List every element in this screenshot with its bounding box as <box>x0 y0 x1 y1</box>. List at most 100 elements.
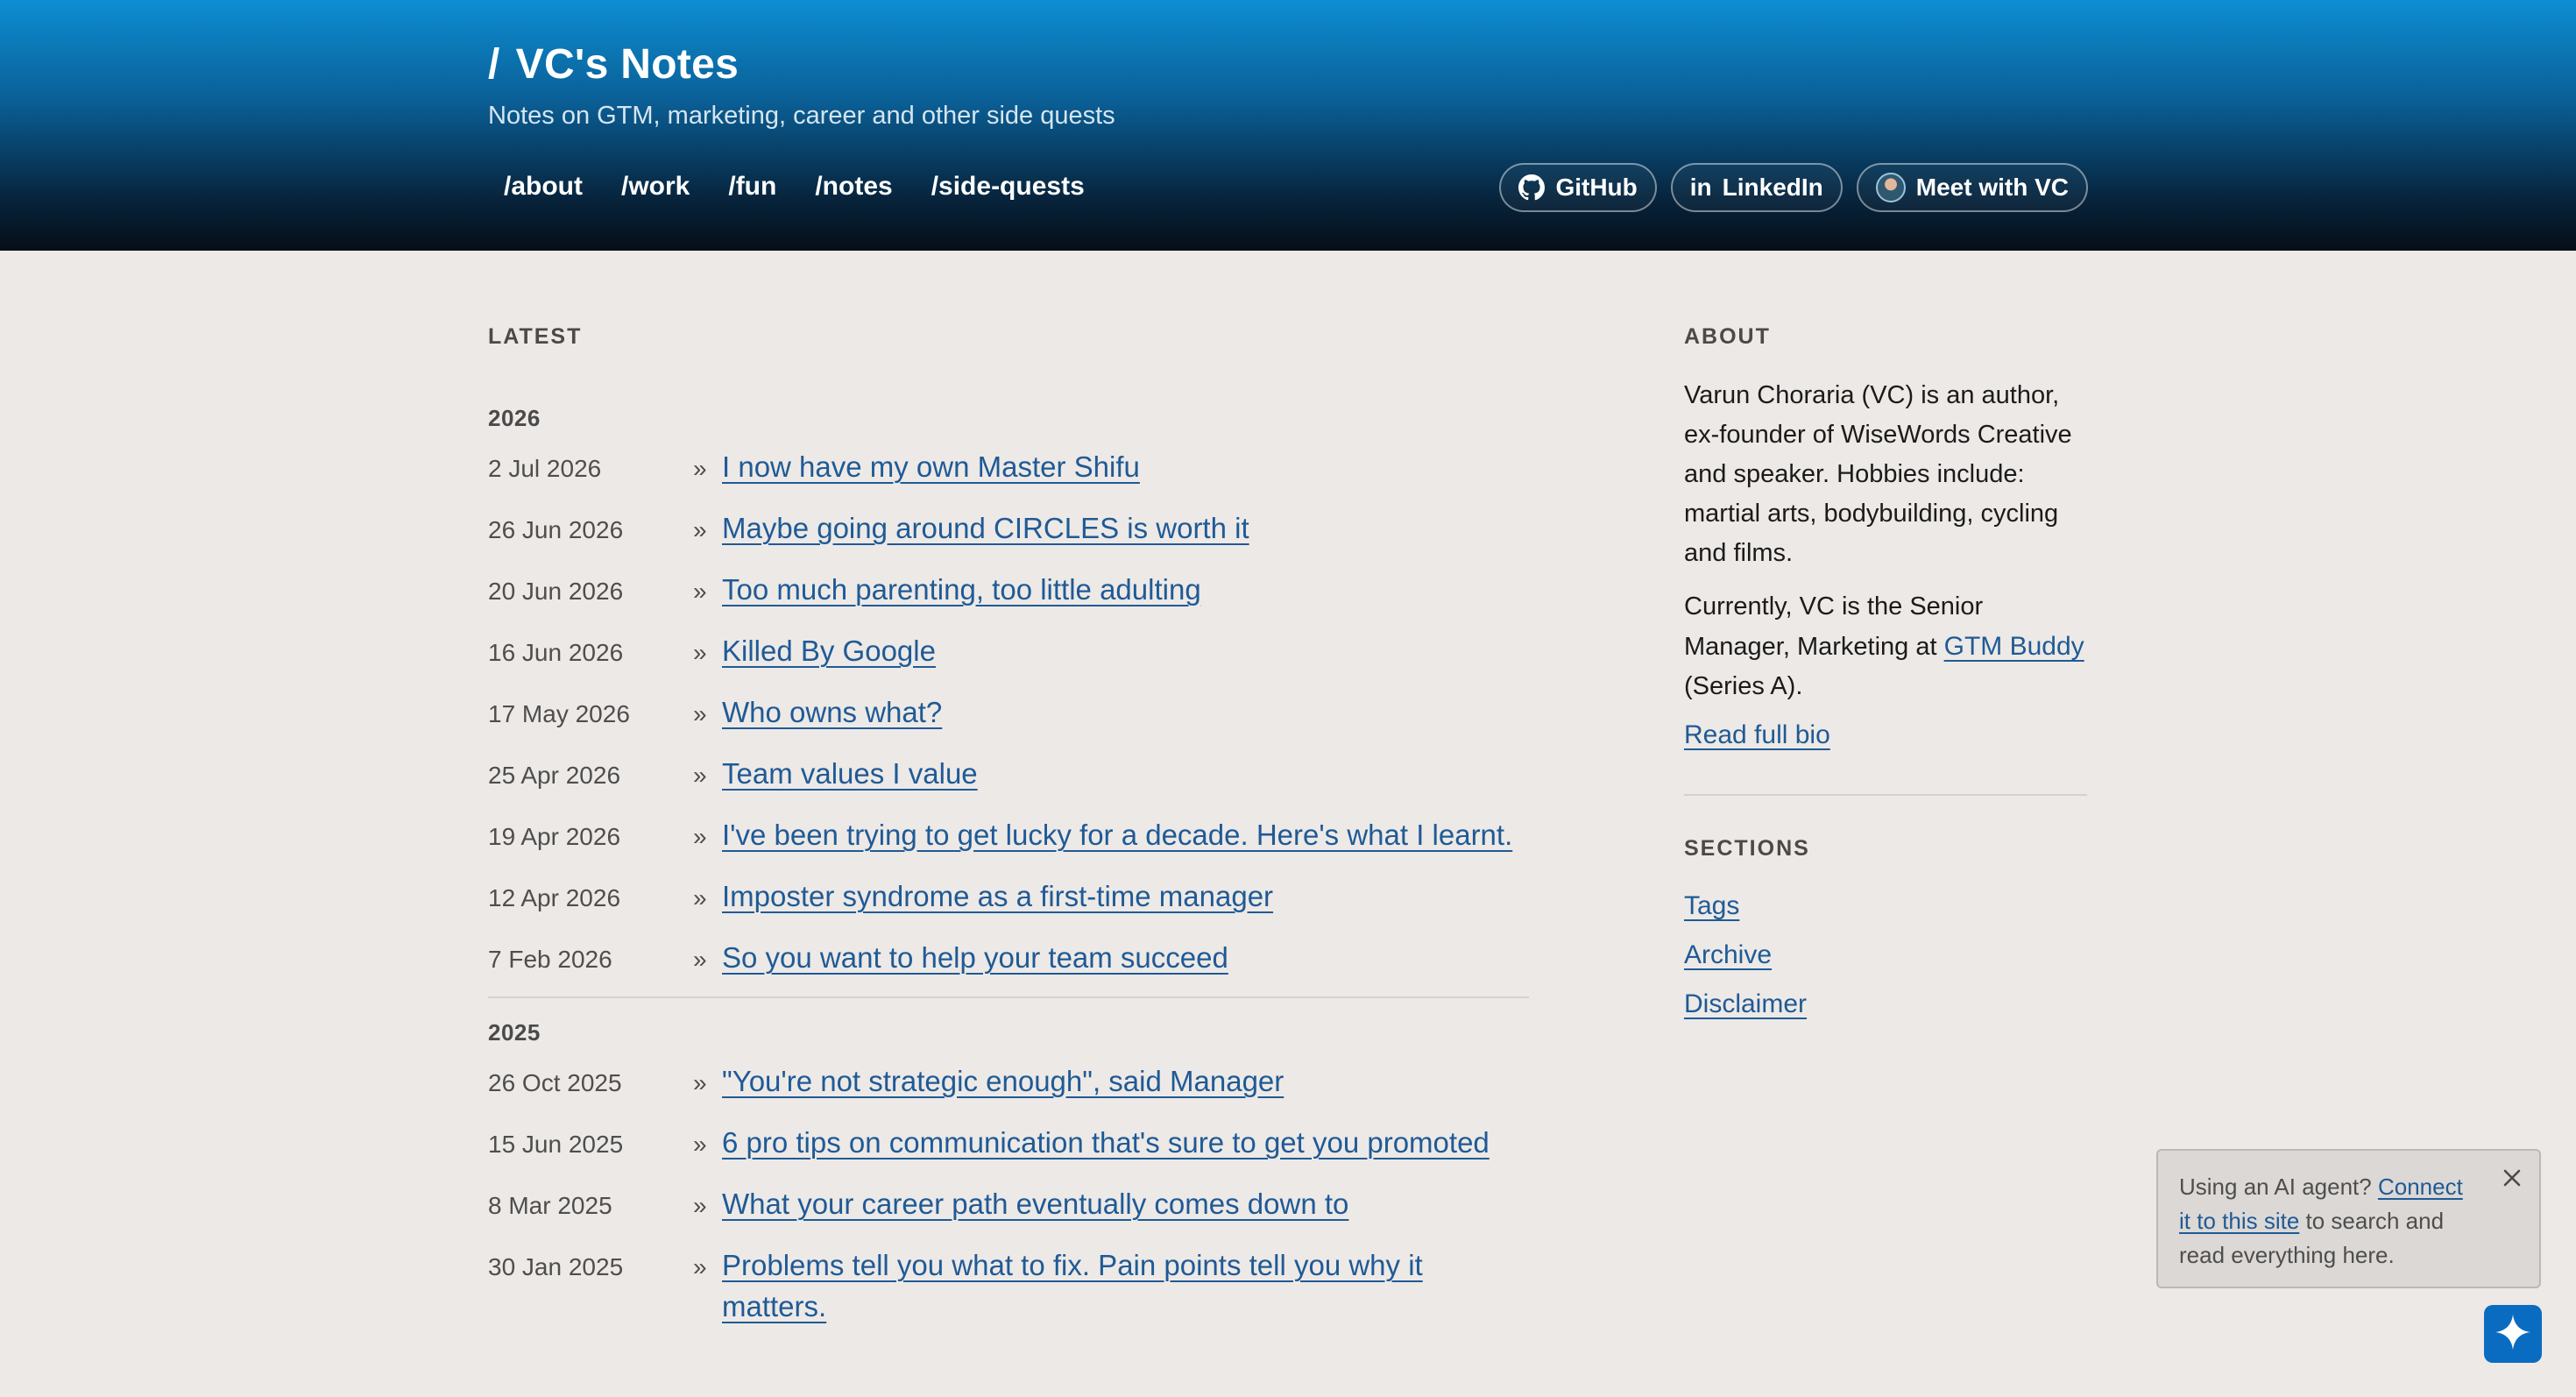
sections-links: Tags Archive Disclaimer <box>1684 888 2087 1023</box>
tags-link[interactable]: Tags <box>1684 888 2087 925</box>
disclaimer-link[interactable]: Disclaimer <box>1684 986 2087 1023</box>
post-link[interactable]: I now have my own Master Shifu <box>722 446 1140 487</box>
about-bio: Varun Choraria (VC) is an author, ex-fou… <box>1684 381 2072 567</box>
bullet: » <box>693 639 707 666</box>
bullet: » <box>693 700 707 727</box>
about-current: Currently, VC is the Senior Manager, Mar… <box>1684 587 2087 706</box>
post-link[interactable]: Team values I value <box>722 753 978 794</box>
list-item: 16 Jun 2026 » Killed By Google <box>488 630 1529 691</box>
latest-posts: LATEST 2026 2 Jul 2026 » I now have my own… <box>488 324 1529 1327</box>
post-date: 20 Jun 2026 <box>488 578 624 605</box>
sidebar: ABOUT Varun Choraria (VC) is an author, … <box>1684 324 2087 1035</box>
post-link[interactable]: What your career path eventually comes d… <box>722 1183 1348 1224</box>
post-link[interactable]: I've been trying to get lucky for a deca… <box>722 814 1512 855</box>
post-date: 17 May 2026 <box>488 700 630 727</box>
archive-link[interactable]: Archive <box>1684 937 2087 974</box>
nav-about[interactable]: /about <box>504 172 583 202</box>
bullet: » <box>693 1253 707 1280</box>
list-item: 19 Apr 2026 » I've been trying to get luck… <box>488 814 1529 876</box>
list-item: 17 May 2026 » Who owns what? <box>488 691 1529 753</box>
social-links: GitHub in LinkedIn Meet with VC <box>1499 163 2088 212</box>
about-heading: ABOUT <box>1684 324 1771 349</box>
post-date: 15 Jun 2025 <box>488 1131 624 1158</box>
nav-work[interactable]: /work <box>621 172 690 202</box>
company-link[interactable]: GTM Buddy <box>1944 632 2084 661</box>
main-nav: /about /work /fun /notes /side-quests <box>504 172 1123 202</box>
post-link[interactable]: Maybe going around CIRCLES is worth it <box>722 507 1249 549</box>
read-bio-wrap: Read full bio <box>1684 720 2087 750</box>
list-item: 30 Jan 2025 » Problems tell you what to fi… <box>488 1245 1529 1327</box>
post-date: 7 Feb 2026 <box>488 946 612 973</box>
post-link[interactable]: Problems tell you what to fix. Pain poin… <box>722 1245 1458 1327</box>
post-date: 12 Apr 2026 <box>488 884 621 911</box>
sections-heading: SECTIONS <box>1684 836 1810 861</box>
site-tagline: Notes on GTM, marketing, career and othe… <box>488 102 1115 130</box>
post-link[interactable]: So you want to help your team succeed <box>722 937 1228 978</box>
bullet: » <box>693 946 707 973</box>
meet-with-vc-button[interactable]: Meet with VC <box>1856 163 2088 212</box>
site-title-text[interactable]: VC's Notes <box>516 41 739 88</box>
nav-notes[interactable]: /notes <box>815 172 892 202</box>
post-link[interactable]: Imposter syndrome as a first-time manage… <box>722 876 1273 917</box>
ai-agent-toast: Using an AI agent? Connect it to this si… <box>2156 1149 2541 1288</box>
post-link[interactable]: "You're not strategic enough", said Mana… <box>722 1060 1284 1102</box>
year-divider <box>488 996 1529 998</box>
post-link[interactable]: 6 pro tips on communication that's sure … <box>722 1122 1490 1163</box>
list-item: 26 Oct 2025 » "You're not strategic enough… <box>488 1060 1529 1122</box>
ai-assistant-button[interactable] <box>2484 1305 2542 1363</box>
list-item: 25 Apr 2026 » Team values I value <box>488 753 1529 814</box>
github-icon <box>1518 174 1546 201</box>
post-date: 26 Jun 2026 <box>488 516 624 543</box>
year-heading: 2025 <box>488 1019 541 1046</box>
latest-heading: LATEST <box>488 324 583 349</box>
list-item: 15 Jun 2025 » 6 pro tips on communication … <box>488 1122 1529 1183</box>
bullet: » <box>693 455 707 482</box>
post-date: 25 Apr 2026 <box>488 762 621 789</box>
sidebar-divider <box>1684 794 2087 796</box>
post-date: 2 Jul 2026 <box>488 455 602 482</box>
post-date: 19 Apr 2026 <box>488 823 621 850</box>
read-full-bio-link[interactable]: Read full bio <box>1684 720 1830 749</box>
sparkle-icon <box>2494 1313 2532 1356</box>
post-date: 30 Jan 2025 <box>488 1253 624 1280</box>
list-item: 8 Mar 2025 » What your career path eventua… <box>488 1183 1529 1245</box>
current-role-text: Currently, VC is the Senior Manager, Mar… <box>1684 592 1984 661</box>
bullet: » <box>693 1192 707 1219</box>
bullet: » <box>693 516 707 543</box>
list-item: 2 Jul 2026 » I now have my own Master Shif… <box>488 446 1529 507</box>
list-item: 20 Jun 2026 » Too much parenting, too litt… <box>488 569 1529 630</box>
post-date: 16 Jun 2026 <box>488 639 624 666</box>
bullet: » <box>693 762 707 789</box>
year-heading: 2026 <box>488 405 541 431</box>
linkedin-button[interactable]: in LinkedIn <box>1670 163 1843 212</box>
close-icon[interactable] <box>2497 1163 2527 1193</box>
post-link[interactable]: Who owns what? <box>722 691 942 733</box>
linkedin-label: LinkedIn <box>1722 174 1823 201</box>
current-role-suffix: (Series A). <box>1684 672 1803 700</box>
nav-side-quests[interactable]: /side-quests <box>931 172 1085 202</box>
title-slash: / <box>488 41 500 88</box>
list-item: 12 Apr 2026 » Imposter syndrome as a first… <box>488 876 1529 937</box>
post-date: 8 Mar 2025 <box>488 1192 612 1219</box>
site-header: / VC's Notes Notes on GTM, marketing, car… <box>0 0 2576 251</box>
nav-fun[interactable]: /fun <box>728 172 776 202</box>
bullet: » <box>693 1069 707 1096</box>
meet-label: Meet with VC <box>1915 174 2069 201</box>
post-list-2026: 2 Jul 2026 » I now have my own Master Shif… <box>488 446 1529 998</box>
github-label: GitHub <box>1555 174 1638 201</box>
bullet: » <box>693 823 707 850</box>
bullet: » <box>693 578 707 605</box>
post-link[interactable]: Killed By Google <box>722 630 936 671</box>
avatar <box>1875 173 1906 202</box>
toast-prefix: Using an AI agent? <box>2179 1174 2378 1200</box>
github-button[interactable]: GitHub <box>1499 163 1657 212</box>
bullet: » <box>693 1131 707 1158</box>
post-list-2025: 26 Oct 2025 » "You're not strategic enough… <box>488 1060 1529 1327</box>
bullet: » <box>693 884 707 911</box>
list-item: 26 Jun 2026 » Maybe going around CIRCLES i… <box>488 507 1529 569</box>
linkedin-icon: in <box>1689 174 1712 201</box>
site-title[interactable]: / VC's Notes <box>488 40 739 89</box>
list-item: 7 Feb 2026 » So you want to help your team… <box>488 937 1529 998</box>
post-link[interactable]: Too much parenting, too little adulting <box>722 569 1201 610</box>
post-date: 26 Oct 2025 <box>488 1069 622 1096</box>
